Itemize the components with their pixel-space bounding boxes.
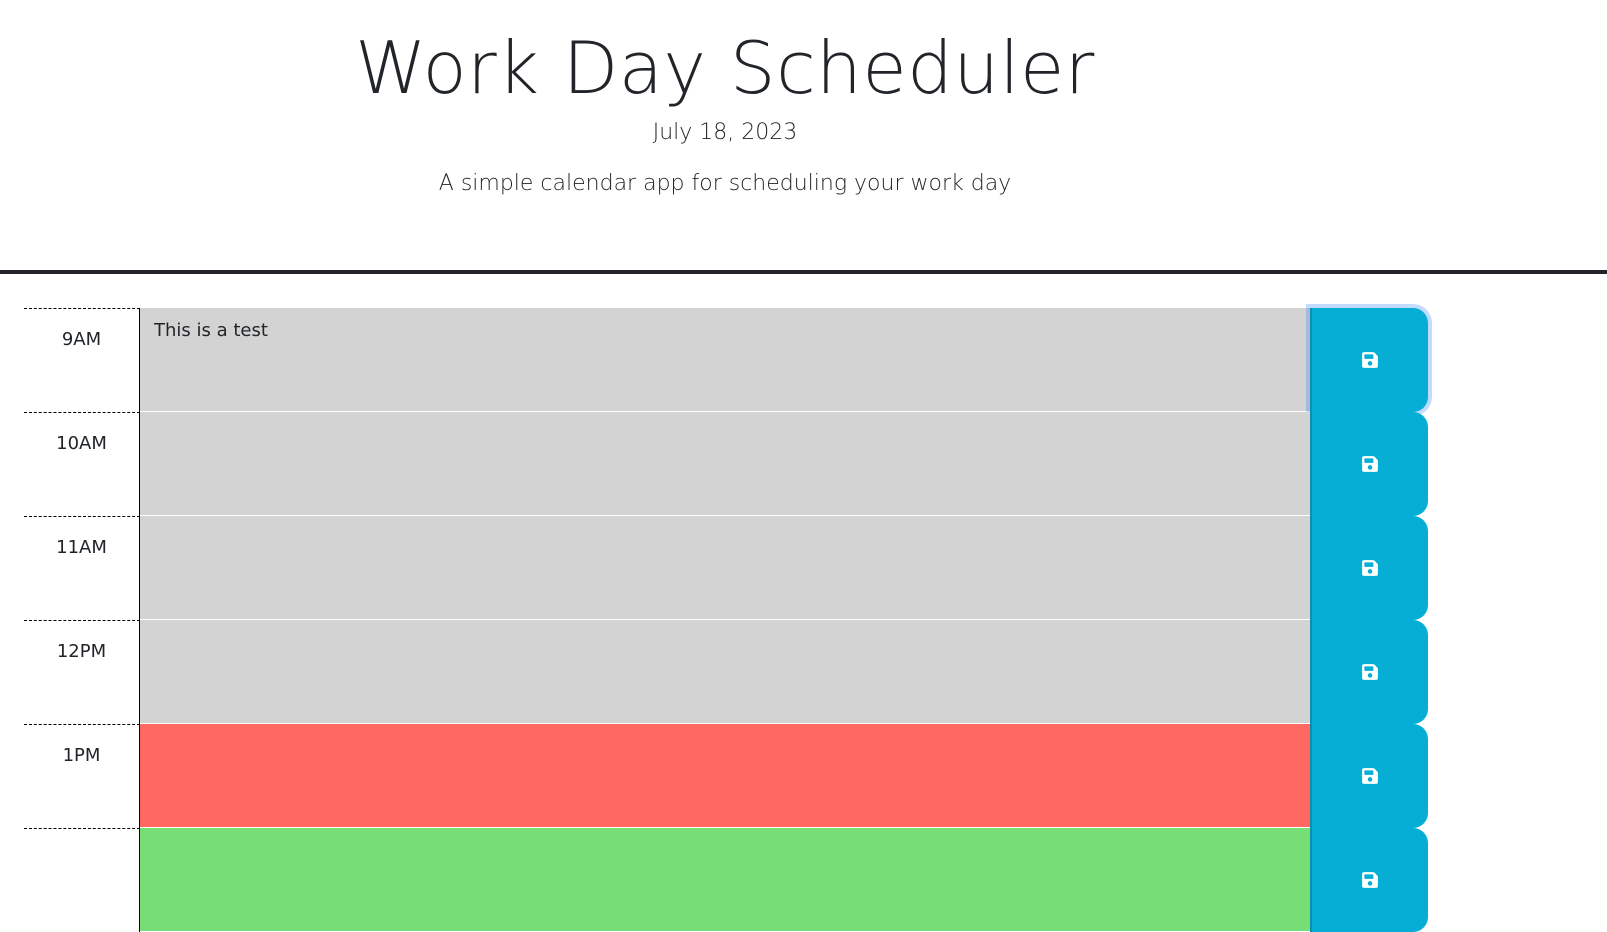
header: Work Day Scheduler July 18, 2023 A simpl… [0, 0, 1607, 274]
save-button[interactable] [1310, 516, 1428, 620]
time-block-11am: 11AM [24, 516, 1428, 620]
save-button[interactable] [1310, 620, 1428, 724]
time-block-1pm: 1PM [24, 724, 1428, 828]
current-date: July 18, 2023 [652, 120, 798, 145]
time-block-2pm [24, 828, 1428, 932]
hour-label: 11AM [24, 516, 140, 620]
hour-label: 10AM [24, 412, 140, 516]
hour-label: 12PM [24, 620, 140, 724]
floppy-disk-icon [1362, 560, 1378, 576]
time-block-10am: 10AM [24, 412, 1428, 516]
event-description-input[interactable] [140, 724, 1310, 828]
hour-label: 9AM [24, 308, 140, 412]
hour-label: 1PM [24, 724, 140, 828]
event-description-input[interactable]: This is a test [140, 308, 1310, 412]
save-button[interactable] [1310, 412, 1428, 516]
time-blocks-container: 9AM This is a test 10AM 11AM 12PM 1PM [24, 308, 1428, 932]
event-description-input[interactable] [140, 828, 1310, 932]
event-description-input[interactable] [140, 412, 1310, 516]
time-block-9am: 9AM This is a test [24, 308, 1428, 412]
page-title: Work Day Scheduler [355, 26, 1095, 110]
save-button[interactable] [1310, 724, 1428, 828]
hour-label [24, 828, 140, 932]
floppy-disk-icon [1362, 768, 1378, 784]
floppy-disk-icon [1362, 352, 1378, 368]
time-block-12pm: 12PM [24, 620, 1428, 724]
page-subtitle: A simple calendar app for scheduling you… [438, 171, 1012, 196]
save-button[interactable] [1310, 308, 1428, 412]
event-description-input[interactable] [140, 516, 1310, 620]
floppy-disk-icon [1362, 456, 1378, 472]
save-button[interactable] [1310, 828, 1428, 932]
event-description-input[interactable] [140, 620, 1310, 724]
floppy-disk-icon [1362, 664, 1378, 680]
floppy-disk-icon [1362, 872, 1378, 888]
